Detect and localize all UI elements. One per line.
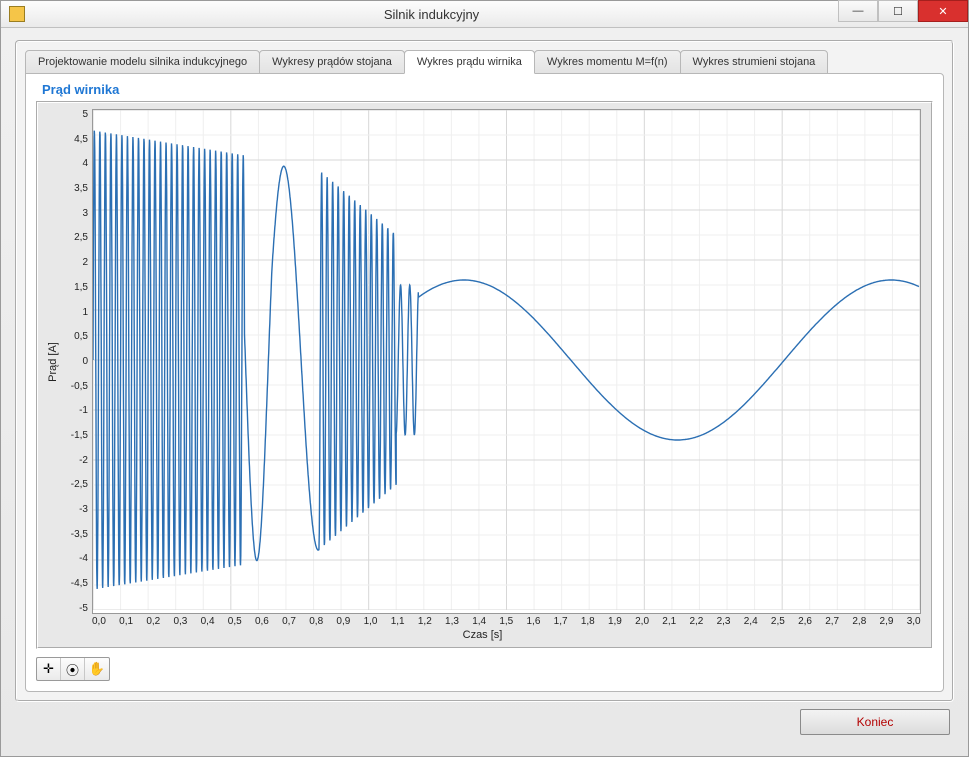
x-axis-ticks: 0,00,10,20,30,40,50,60,70,80,91,01,11,21… xyxy=(92,616,921,627)
window-controls: — ☐ ✕ xyxy=(838,1,968,27)
chart-title: Prąd wirnika xyxy=(42,82,933,97)
tab-torque[interactable]: Wykres momentu M=f(n) xyxy=(534,50,681,74)
tab-strip: Projektowanie modelu silnika indukcyjneg… xyxy=(25,50,944,74)
bottom-bar: Koniec xyxy=(15,702,954,742)
chart-frame: Prąd [A] 54,543,532,521,510,50-0,5-1-1,5… xyxy=(36,101,933,649)
y-axis-ticks: 54,543,532,521,510,50-0,5-1-1,5-2-2,5-3-… xyxy=(62,109,92,614)
client-area: Projektowanie modelu silnika indukcyjneg… xyxy=(1,28,968,756)
crosshair-tool-icon[interactable]: ✛ xyxy=(37,658,61,680)
maximize-button[interactable]: ☐ xyxy=(878,0,918,22)
tab-rotor-current[interactable]: Wykres prądu wirnika xyxy=(404,50,535,74)
minimize-button[interactable]: — xyxy=(838,0,878,22)
tab-model-design[interactable]: Projektowanie modelu silnika indukcyjneg… xyxy=(25,50,260,74)
tab-stator-flux[interactable]: Wykres strumieni stojana xyxy=(680,50,829,74)
pan-tool-icon[interactable]: ✋ xyxy=(85,658,109,680)
zoom-tool-icon[interactable]: ⦿ xyxy=(61,658,85,680)
main-panel: Projektowanie modelu silnika indukcyjneg… xyxy=(15,40,954,702)
graph-toolbar: ✛ ⦿ ✋ xyxy=(36,657,933,681)
plot-area[interactable] xyxy=(92,109,921,614)
y-axis-label: Prąd [A] xyxy=(47,342,59,382)
close-button[interactable]: ✕ xyxy=(918,0,968,22)
end-button[interactable]: Koniec xyxy=(800,709,950,735)
tab-body: Prąd wirnika Prąd [A] 54,543,532,521,510… xyxy=(25,73,944,692)
x-axis-label: Czas [s] xyxy=(44,629,921,641)
app-window: Silnik indukcyjny — ☐ ✕ Projektowanie mo… xyxy=(0,0,969,757)
window-title: Silnik indukcyjny xyxy=(25,7,838,22)
app-icon xyxy=(9,6,25,22)
tab-stator-currents[interactable]: Wykresy prądów stojana xyxy=(259,50,405,74)
titlebar: Silnik indukcyjny — ☐ ✕ xyxy=(1,1,968,28)
